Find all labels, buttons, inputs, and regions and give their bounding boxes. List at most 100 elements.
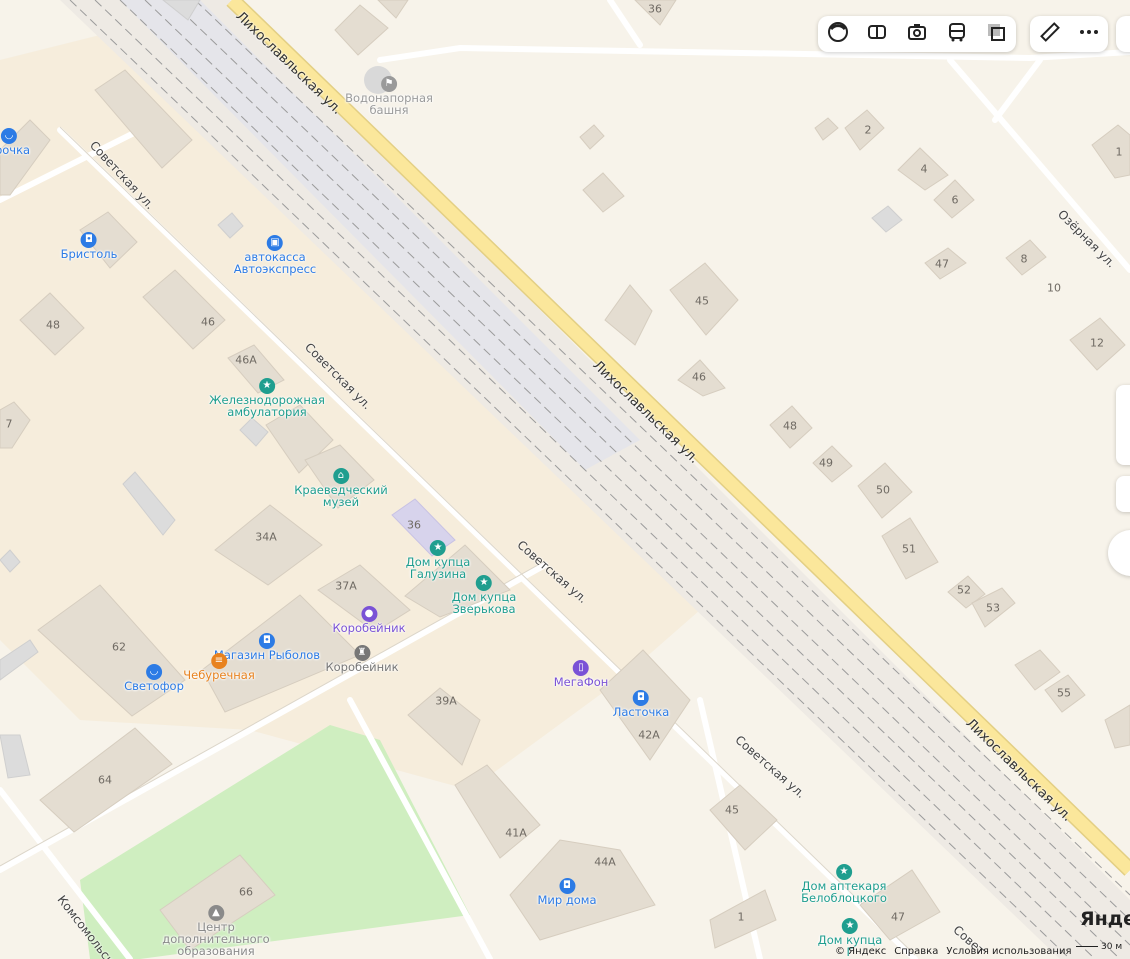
poi-label: Центр дополнительного образования — [162, 920, 270, 958]
more-button[interactable] — [1069, 16, 1108, 52]
house-number: 37А — [335, 579, 357, 593]
house-number: 52 — [957, 583, 971, 597]
camera-button[interactable] — [897, 16, 937, 52]
house-number: 1 — [1115, 145, 1123, 159]
compass-control[interactable] — [1116, 476, 1130, 512]
poi-marker[interactable]: ◘ Ласточка — [612, 690, 670, 719]
panorama-icon — [866, 21, 888, 47]
house-number: 49 — [819, 456, 833, 470]
star-icon: ★ — [258, 378, 275, 394]
house-number: 39А — [435, 694, 457, 708]
shopping-bag-icon: ◘ — [258, 633, 275, 649]
house-number: 46А — [235, 353, 257, 367]
bus-icon — [946, 21, 968, 47]
house-number: 36 — [648, 2, 662, 16]
bus-icon: ▣ — [267, 235, 283, 251]
poi-marker[interactable]: ★ Дом аптекаря Белоблоцкого — [801, 864, 887, 904]
poi-marker[interactable]: ▯ МегаФон — [553, 660, 609, 689]
poi-label: Чебуречная — [183, 668, 255, 682]
star-icon: ★ — [430, 540, 446, 556]
house-number: 50 — [876, 483, 890, 497]
poi-marker[interactable]: ◡ Светофор — [124, 664, 184, 692]
overlay-button[interactable] — [976, 16, 1016, 52]
house-number: 66 — [239, 885, 253, 899]
poi-marker[interactable]: ⌂ Краеведческий музей — [294, 468, 388, 509]
scale-label: 30 м — [1101, 942, 1123, 952]
poi-marker[interactable]: ▣ автокасса Автоэкспресс — [234, 235, 316, 275]
panorama-button[interactable] — [858, 16, 898, 52]
overlay-icon — [985, 21, 1007, 47]
poi-marker[interactable]: ● Коробейник — [332, 606, 406, 634]
house-number: 46 — [692, 370, 706, 384]
map-footer: © Яндекс Справка Условия использования — [835, 946, 1071, 957]
house-number: 7 — [5, 417, 13, 431]
house-number: 2 — [864, 123, 872, 137]
house-number: 64 — [98, 773, 112, 787]
poi-label: Дом аптекаря Белоблоцкого — [801, 879, 887, 905]
poi-marker[interactable]: ≡ Чебуречная — [183, 653, 255, 681]
poi-label: Коробейник — [325, 660, 399, 674]
house-number: 48 — [783, 419, 797, 433]
house-number: 10 — [1047, 281, 1061, 295]
museum-icon: ⌂ — [332, 468, 349, 484]
house-number: 6 — [951, 193, 959, 207]
star-icon: ★ — [836, 864, 852, 880]
circle-icon: ● — [361, 606, 377, 622]
poi-label: Железнодорожная амбулатория — [209, 393, 325, 419]
poi-marker[interactable]: ◘ Бристоль — [60, 232, 118, 261]
house-number: 45 — [725, 803, 739, 817]
bus-button[interactable] — [937, 16, 977, 52]
tools-toolbar — [1030, 16, 1108, 52]
poi-marker[interactable]: ◘ Мир дома — [537, 878, 597, 907]
layers-toolbar — [818, 16, 1016, 52]
house-number: 12 — [1090, 336, 1104, 350]
poi-label: Ласточка — [612, 705, 670, 719]
more-icon — [1078, 21, 1100, 47]
poi-label: ёрочка — [0, 143, 31, 157]
help-link[interactable]: Справка — [894, 946, 938, 957]
terms-link[interactable]: Условия использования — [946, 946, 1071, 957]
shopping-bag-icon: ◘ — [632, 690, 649, 706]
monument-icon: ♜ — [354, 645, 370, 661]
map-base-layer — [0, 0, 1130, 959]
copyright-link[interactable]: © Яндекс — [835, 946, 886, 957]
flag-icon: ⚑ — [380, 76, 397, 92]
house-number: 51 — [902, 542, 916, 556]
house-number: 41А — [505, 826, 527, 840]
education-icon: ▲ — [207, 905, 224, 921]
poi-label: Бристоль — [60, 247, 118, 261]
ruler-button[interactable] — [1030, 16, 1069, 52]
food-icon: ≡ — [210, 653, 227, 669]
house-number: 4 — [920, 162, 928, 176]
poi-marker[interactable]: ◡ёрочка — [0, 128, 30, 156]
map-view[interactable]: Лихославльская ул. Лихославльская ул. Лихо… — [0, 0, 1130, 959]
camera-icon — [906, 21, 928, 47]
poi-marker[interactable]: ⚑ Водонапорная башня — [345, 76, 433, 116]
yandex-brand-logo[interactable]: Яндекс — [1080, 908, 1130, 930]
poi-marker[interactable]: ★ Дом купца Галузина — [406, 540, 470, 580]
ruler-icon — [1039, 21, 1061, 47]
basket-icon: ◡ — [145, 664, 162, 680]
poi-marker[interactable]: ♜ Коробейник — [325, 645, 399, 674]
poi-label: Светофор — [124, 679, 184, 693]
zoom-control[interactable] — [1116, 385, 1130, 465]
house-number: 47 — [891, 910, 905, 924]
poi-marker[interactable]: ★ Железнодорожная амбулатория — [209, 378, 325, 418]
poi-label: Водонапорная башня — [345, 91, 433, 117]
basket-icon: ◡ — [0, 128, 17, 144]
shopping-bag-icon: ◘ — [80, 232, 97, 248]
poi-marker[interactable]: ★ Дом купца Зверькова — [452, 575, 516, 615]
house-number: 62 — [112, 640, 126, 654]
house-number: 8 — [1020, 252, 1028, 266]
profile-toolbar-edge[interactable] — [1116, 16, 1130, 52]
poi-label: Мир дома — [537, 893, 597, 907]
house-number: 34А — [255, 530, 277, 544]
poi-label: МегаФон — [553, 675, 609, 689]
house-number: 47 — [935, 257, 949, 271]
house-number: 45 — [695, 294, 709, 308]
poi-marker[interactable]: ▲ Центр дополнительного образования — [162, 905, 270, 958]
layers-button[interactable] — [818, 16, 858, 52]
poi-label: Краеведческий музей — [294, 483, 388, 509]
star-icon: ★ — [842, 918, 858, 934]
house-number: 36 — [407, 518, 421, 532]
